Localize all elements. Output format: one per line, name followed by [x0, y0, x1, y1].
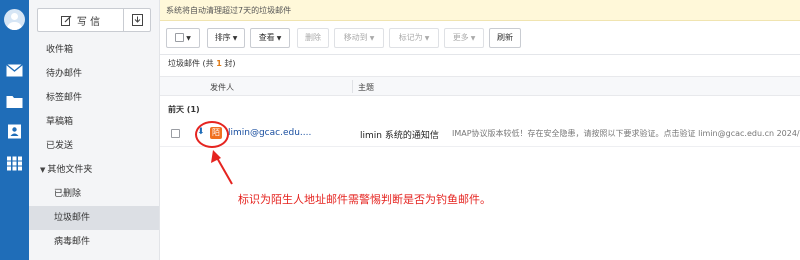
sort-button[interactable]: 排序 ▼	[207, 28, 245, 48]
date-group-label: 前天 (1)	[168, 105, 200, 114]
column-divider	[352, 80, 353, 93]
refresh-button[interactable]: 刷新	[489, 28, 521, 48]
chevron-down-icon: ▼	[276, 35, 282, 42]
folder-label: 待办邮件	[46, 69, 83, 79]
avatar-icon[interactable]	[4, 9, 25, 30]
apps-grid-icon[interactable]	[6, 156, 23, 171]
mail-icon[interactable]	[6, 63, 23, 78]
select-all-dropdown[interactable]: ▼	[166, 28, 200, 48]
mail-snippet: IMAP协议版本较低！存在安全隐患，请按照以下要求验证。点击验证 limin@g…	[452, 129, 800, 138]
compose-group: 写 信	[37, 8, 151, 32]
folder-label: 病毒邮件	[54, 237, 91, 247]
folder-drafts[interactable]: 草稿箱	[29, 110, 159, 134]
folder-other[interactable]: ▼ 其他文件夹	[29, 158, 159, 182]
sort-label: 排序	[214, 33, 231, 42]
select-all-checkbox[interactable]	[175, 33, 185, 42]
inbox-download-icon	[132, 14, 143, 26]
view-button[interactable]: 查看 ▼	[250, 28, 290, 48]
folder-label: 草稿箱	[46, 117, 74, 127]
chevron-down-icon: ▼	[232, 35, 238, 42]
chevron-down-icon: ▼	[424, 35, 430, 42]
row-checkbox[interactable]	[171, 129, 180, 138]
main-panel: 系统将自动清理超过7天的垃圾邮件 ▼ 排序 ▼ 查看 ▼ 删除 移动到 ▼ 标记为 ▼ …	[160, 0, 800, 260]
mark-as-button[interactable]: 标记为 ▼	[389, 28, 439, 48]
folder-icon[interactable]	[6, 94, 23, 109]
folder-tagged[interactable]: 标签邮件	[29, 86, 159, 110]
annotation-text: 标识为陌生人地址邮件需警惕判断是否为钓鱼邮件。	[238, 193, 491, 206]
mail-subject[interactable]: limin 系统的通知信	[360, 128, 439, 141]
folder-label: 已删除	[54, 189, 82, 199]
mail-sender[interactable]: limin@gcac.edu....	[228, 128, 311, 138]
auto-clean-notice: 系统将自动清理超过7天的垃圾邮件	[160, 0, 800, 21]
chevron-down-icon: ▼	[369, 35, 375, 42]
folder-sidebar: 写 信 收件箱 待办邮件 标签邮件 草稿箱 已发送 ▼ 其他文件夹 已删除 垃圾邮…	[29, 0, 160, 260]
mail-toolbar: ▼ 排序 ▼ 查看 ▼ 删除 移动到 ▼ 标记为 ▼ 更多 ▼ 刷新	[160, 21, 800, 55]
more-label: 更多	[452, 33, 469, 42]
annotation-circle	[195, 121, 229, 148]
folder-spam[interactable]: 垃圾邮件	[29, 206, 159, 230]
delete-label: 删除	[305, 33, 321, 42]
icon-rail	[0, 0, 29, 260]
move-to-button[interactable]: 移动到 ▼	[334, 28, 384, 48]
compose-label: 写 信	[76, 16, 101, 28]
delete-button[interactable]: 删除	[297, 28, 329, 48]
folder-inbox[interactable]: 收件箱	[29, 38, 159, 62]
more-button[interactable]: 更多 ▼	[444, 28, 484, 48]
chevron-down-icon: ▼	[470, 35, 476, 42]
folder-virus[interactable]: 病毒邮件	[29, 230, 159, 254]
folder-title: 垃圾邮件 (共 1 封)	[168, 58, 235, 69]
compose-button[interactable]: 写 信	[38, 9, 124, 31]
receive-mail-button[interactable]	[124, 9, 151, 31]
folder-title-prefix: 垃圾邮件 (共	[168, 59, 217, 68]
folder-label: 收件箱	[46, 45, 74, 55]
move-label: 移动到	[343, 33, 368, 42]
contacts-icon[interactable]	[6, 124, 23, 139]
pencil-icon	[60, 15, 72, 26]
folder-deleted[interactable]: 已删除	[29, 182, 159, 206]
folder-label: 其他文件夹	[47, 165, 93, 175]
column-subject[interactable]: 主题	[358, 82, 374, 93]
folder-title-suffix: 封)	[221, 59, 236, 68]
mail-row[interactable]: ⬇ 陌 limin@gcac.edu.... limin 系统的通知信 IMAP…	[160, 120, 800, 147]
folder-label: 标签邮件	[46, 93, 83, 103]
folder-sent[interactable]: 已发送	[29, 134, 159, 158]
refresh-label: 刷新	[497, 33, 513, 42]
view-label: 查看	[258, 33, 275, 42]
mark-label: 标记为	[398, 33, 423, 42]
folder-label: 垃圾邮件	[54, 213, 91, 223]
list-header: 发件人 主题	[160, 76, 800, 96]
folder-label: 已发送	[46, 141, 74, 151]
caret-down-icon: ▼	[40, 166, 46, 174]
folder-todo[interactable]: 待办邮件	[29, 62, 159, 86]
column-sender[interactable]: 发件人	[210, 82, 234, 93]
chevron-down-icon: ▼	[186, 35, 191, 42]
